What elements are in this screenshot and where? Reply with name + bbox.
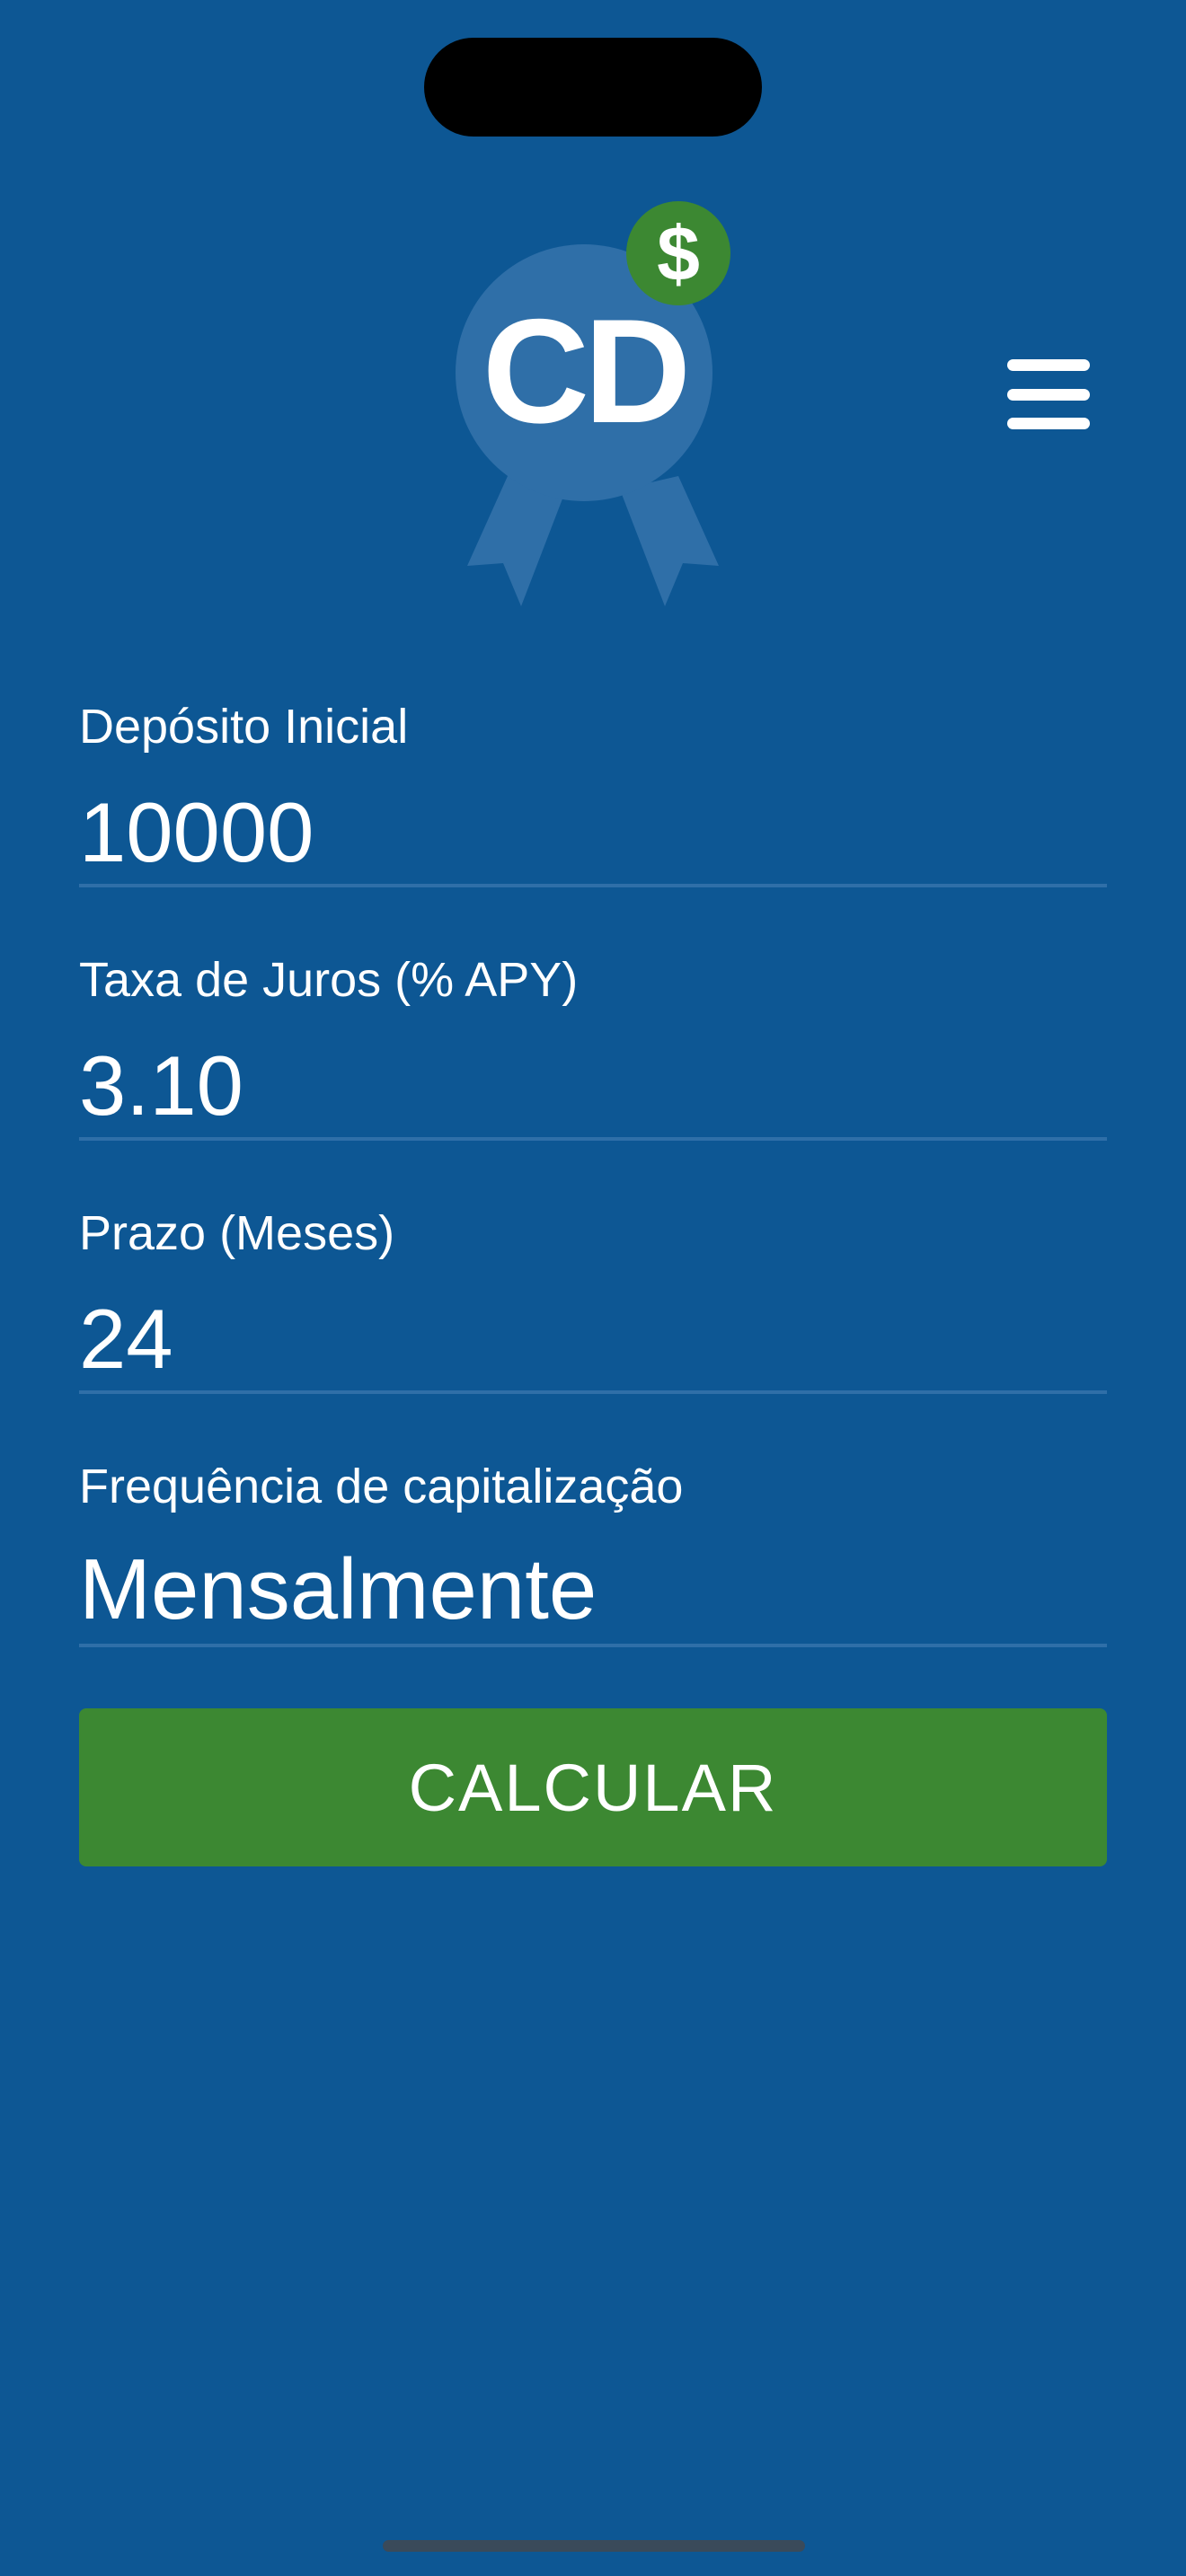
interest-rate-label: Taxa de Juros (% APY) [79, 953, 579, 1007]
dynamic-island [424, 38, 762, 137]
hamburger-menu-icon[interactable] [999, 359, 1098, 429]
logo-text: CD [482, 288, 686, 454]
interest-rate-input[interactable]: 3.10 [79, 1044, 1107, 1128]
term-input[interactable]: 24 [79, 1297, 1107, 1381]
menu-bar-top [1007, 359, 1090, 371]
term-label: Prazo (Meses) [79, 1206, 395, 1260]
menu-bar-middle [1007, 388, 1090, 401]
interest-rate-field[interactable]: Taxa de Juros (% APY) 3.10 [79, 956, 1107, 1141]
home-indicator[interactable] [383, 2540, 805, 2552]
compounding-frequency-label: Frequência de capitalização [79, 1460, 684, 1513]
deposit-input[interactable]: 10000 [79, 790, 1107, 875]
calculate-button[interactable]: CALCULAR [79, 1708, 1107, 1866]
compounding-frequency-field[interactable]: Frequência de capitalização Mensalmente [79, 1462, 1107, 1647]
menu-bar-bottom [1007, 418, 1090, 429]
deposit-label: Depósito Inicial [79, 700, 409, 754]
compounding-frequency-select[interactable]: Mensalmente [79, 1547, 1107, 1633]
cd-award-ribbon-icon: CD $ [456, 201, 730, 606]
dollar-icon: $ [657, 211, 700, 297]
deposit-field[interactable]: Depósito Inicial 10000 [79, 702, 1107, 887]
term-field[interactable]: Prazo (Meses) 24 [79, 1209, 1107, 1394]
